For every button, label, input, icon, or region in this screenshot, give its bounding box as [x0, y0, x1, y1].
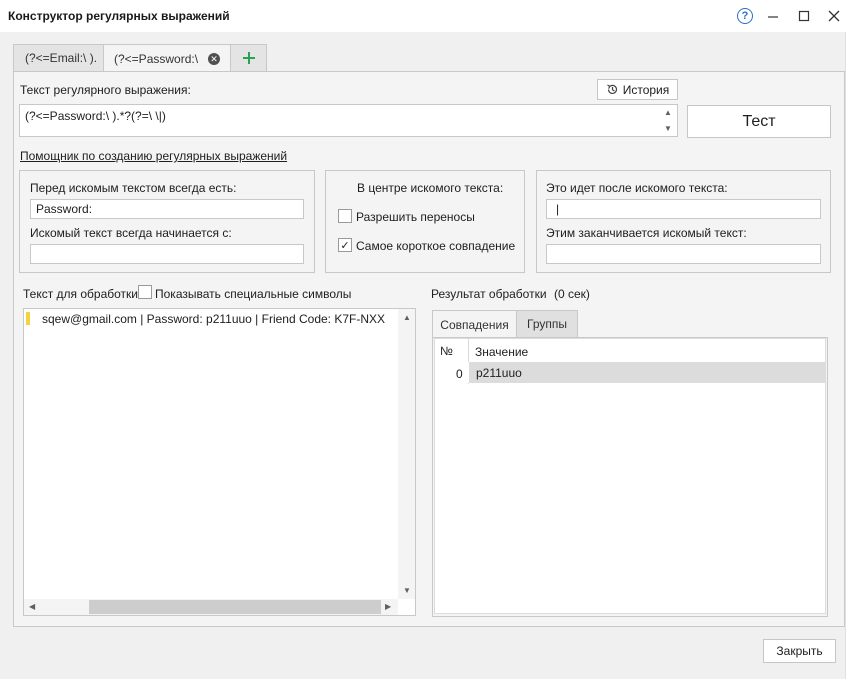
regex-input[interactable]: (?<=Password:\ ).*?(?=\ \|)	[19, 104, 678, 137]
tab-label: (?<=Email:\ ).	[25, 51, 98, 65]
tab-groups[interactable]: Группы	[516, 310, 578, 337]
tab-email[interactable]: (?<=Email:\ ).	[13, 44, 104, 71]
show-special-label: Показывать специальные символы	[155, 287, 352, 301]
help-icon: ?	[737, 8, 753, 24]
source-text: sqew@gmail.com | Password: p211uuo | Fri…	[42, 312, 386, 326]
plus-icon	[242, 52, 255, 64]
horizontal-scroll-thumb[interactable]	[89, 600, 381, 614]
scroll-up-icon[interactable]: ▲	[403, 313, 411, 322]
maximize-icon	[798, 10, 810, 22]
starts-with-input[interactable]	[30, 244, 304, 264]
test-label: Тест	[742, 112, 776, 130]
history-icon	[606, 84, 617, 94]
row-value: p211uuo	[476, 366, 522, 380]
close-window-button[interactable]	[823, 5, 845, 27]
scroll-down-icon[interactable]: ▼	[403, 586, 411, 595]
before-label: Перед искомым текстом всегда есть:	[30, 181, 237, 195]
allow-wraps-checkbox[interactable]	[338, 209, 352, 223]
test-button[interactable]: Тест	[687, 105, 831, 138]
background-window-edge	[845, 32, 853, 679]
selected-cell[interactable]	[469, 362, 825, 383]
regex-label: Текст регулярного выражения:	[20, 83, 191, 97]
shortest-match-checkbox[interactable]: ✓	[338, 238, 352, 252]
after-label: Это идет после искомого текста:	[546, 181, 728, 195]
allow-wraps-label: Разрешить переносы	[356, 210, 475, 224]
shortest-match-label: Самое короткое совпадение	[356, 239, 516, 253]
add-tab-button[interactable]	[230, 44, 267, 71]
source-label: Текст для обработки	[23, 287, 139, 301]
check-icon: ✓	[340, 239, 350, 252]
regex-value: (?<=Password:\ ).*?(?=\ \|)	[25, 109, 166, 123]
scroll-left-icon[interactable]: ◀	[29, 602, 35, 611]
before-input[interactable]: Password:	[30, 199, 304, 219]
current-line-marker	[26, 312, 30, 325]
row-number: 0	[456, 367, 463, 381]
result-time: (0 сек)	[554, 287, 590, 301]
column-number-header[interactable]: №	[440, 344, 453, 358]
tab-password[interactable]: (?<=Password:\ ✕	[103, 44, 231, 72]
maximize-button[interactable]	[793, 5, 815, 27]
ends-with-input[interactable]	[546, 244, 821, 264]
tab-close-icon[interactable]: ✕	[208, 53, 220, 65]
close-label: Закрыть	[776, 644, 823, 658]
regex-scroll-down-icon[interactable]: ▼	[664, 124, 672, 133]
result-label: Результат обработки	[431, 287, 547, 301]
tab-matches[interactable]: Совпадения	[432, 310, 517, 338]
tab-label: Группы	[527, 317, 567, 331]
window-title: Конструктор регулярных выражений	[8, 9, 230, 23]
tab-label: Совпадения	[440, 317, 509, 332]
close-button[interactable]: Закрыть	[763, 639, 836, 663]
help-button[interactable]: ?	[734, 5, 756, 27]
tab-label: (?<=Password:\	[114, 51, 199, 66]
starts-with-label: Искомый текст всегда начинается с:	[30, 226, 232, 240]
minimize-button[interactable]	[762, 5, 784, 27]
history-button[interactable]: История	[597, 79, 678, 100]
before-value: Password:	[36, 202, 93, 216]
after-input[interactable]: |	[546, 199, 821, 219]
regex-scroll-up-icon[interactable]: ▲	[664, 108, 672, 117]
ends-with-label: Этим заканчивается искомый текст:	[546, 226, 747, 240]
center-label: В центре искомого текста:	[357, 181, 504, 195]
column-value-header[interactable]: Значение	[475, 345, 528, 359]
show-special-checkbox[interactable]	[138, 285, 152, 299]
regex-helper-link[interactable]: Помощник по созданию регулярных выражени…	[20, 149, 287, 163]
minimize-icon	[768, 16, 778, 18]
history-label: История	[622, 82, 670, 97]
close-icon	[828, 10, 840, 22]
scroll-right-icon[interactable]: ▶	[385, 602, 391, 611]
source-vertical-scrollbar[interactable]	[398, 309, 415, 599]
after-value: |	[556, 202, 560, 216]
source-textarea[interactable]	[23, 308, 416, 616]
